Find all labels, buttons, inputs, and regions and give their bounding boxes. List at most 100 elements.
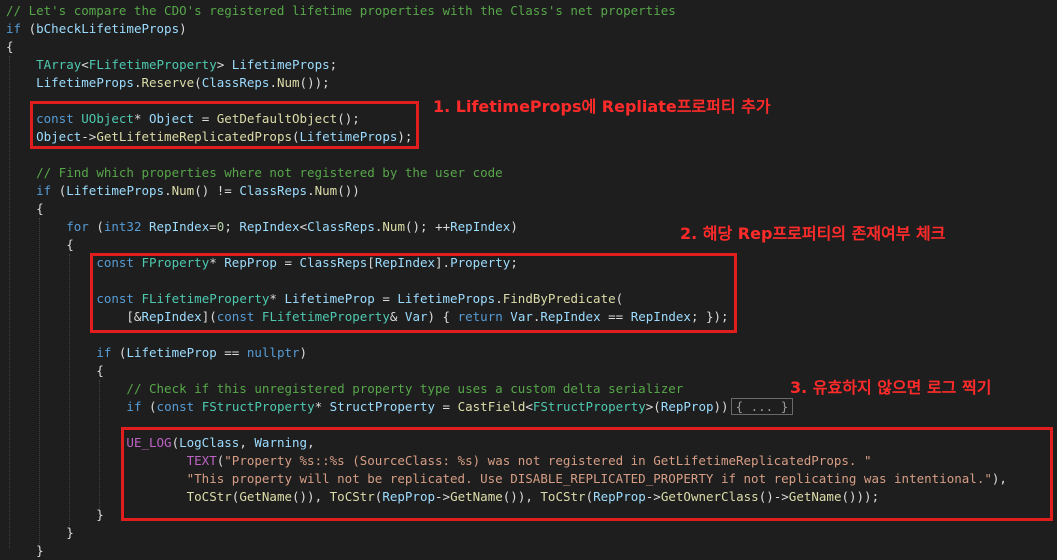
code-token: ==	[216, 345, 247, 360]
code-token: LifetimeProps	[231, 57, 330, 72]
code-token: {	[6, 201, 44, 216]
code-line[interactable]: {	[6, 38, 14, 56]
code-line[interactable]: if (bCheckLifetimeProps)	[6, 20, 187, 38]
code-token: Num	[171, 183, 195, 198]
code-token: (	[194, 75, 202, 90]
highlight-box-1	[30, 101, 419, 149]
code-token: )	[510, 219, 518, 234]
code-token: Num	[276, 75, 300, 90]
collapsed-block-button[interactable]: { ... }	[730, 398, 794, 415]
code-token: )	[179, 21, 187, 36]
code-token: (	[51, 183, 67, 198]
code-token: ClassReps	[307, 219, 375, 234]
annotation-note-3: 3. 유효하지 않으면 로그 찍기	[790, 378, 992, 397]
code-token: // Let's compare the CDO's registered li…	[6, 3, 676, 18]
code-token: {	[6, 39, 14, 54]
code-token: =	[435, 399, 458, 414]
code-token: *	[314, 399, 330, 414]
code-token: (	[88, 219, 104, 234]
code-line[interactable]: }	[6, 506, 104, 524]
code-token: (	[21, 21, 37, 36]
code-token: if	[126, 399, 142, 414]
code-line[interactable]: // Check if this unregistered property t…	[6, 380, 683, 398]
code-editor[interactable]: // Let's compare the CDO's registered li…	[0, 0, 1057, 558]
code-token: LifetimeProps	[66, 183, 165, 198]
code-token: }	[6, 507, 104, 522]
code-token: // Find which properties where not regis…	[36, 165, 503, 180]
code-token: int32	[103, 219, 142, 234]
code-token: RepIndex	[239, 219, 300, 234]
code-token: RepIndex	[450, 219, 511, 234]
code-token: if	[36, 183, 52, 198]
code-token: }	[6, 543, 44, 558]
code-token: .	[269, 75, 277, 90]
code-token: FStructProperty	[201, 399, 315, 414]
code-token: ClassReps	[239, 183, 308, 198]
code-token: RepIndex	[149, 219, 210, 234]
code-line[interactable]: {	[6, 362, 104, 380]
code-token: Num	[382, 219, 405, 234]
highlight-box-3	[121, 427, 1053, 521]
code-token: <	[525, 399, 533, 414]
code-token: >(	[645, 399, 661, 414]
annotation-note-2: 2. 해당 Rep프로퍼티의 존재여부 체크	[680, 224, 946, 243]
code-token: ())	[337, 183, 360, 198]
code-token: )	[299, 345, 308, 360]
code-token: Reserve	[141, 75, 195, 90]
code-token: {	[6, 363, 104, 378]
code-token: }	[6, 525, 74, 540]
code-token: (	[141, 399, 157, 414]
code-token: <	[299, 219, 308, 234]
code-token: .	[164, 183, 172, 198]
code-line[interactable]: for (int32 RepIndex=0; RepIndex<ClassRep…	[6, 218, 518, 236]
code-line[interactable]: LifetimeProps.Reserve(ClassReps.Num());	[6, 74, 330, 92]
code-line[interactable]: if (const FStructProperty* StructPropert…	[6, 398, 794, 416]
code-line[interactable]: // Let's compare the CDO's registered li…	[6, 2, 676, 20]
code-token: const	[156, 399, 195, 414]
code-token: ClassReps	[201, 75, 270, 90]
code-line[interactable]: }	[6, 524, 74, 542]
code-line[interactable]: }	[6, 542, 44, 560]
code-token: StructProperty	[329, 399, 436, 414]
code-token: <	[81, 57, 89, 72]
code-token: (); ++	[404, 219, 451, 234]
code-token: LifetimeProps	[36, 75, 134, 90]
code-token: =	[209, 219, 217, 234]
code-token: >	[216, 57, 232, 72]
code-token: ))	[713, 399, 729, 414]
code-token: FStructProperty	[532, 399, 646, 414]
code-token: TArray	[36, 57, 82, 72]
code-token: (	[111, 345, 127, 360]
code-token: ());	[299, 75, 330, 90]
code-token: RepProp	[660, 399, 714, 414]
code-token: bCheckLifetimeProps	[36, 21, 180, 36]
code-line[interactable]: {	[6, 236, 74, 254]
code-token: ;	[224, 219, 240, 234]
code-token: () !=	[194, 183, 240, 198]
code-token: if	[6, 21, 22, 36]
annotation-note-1: 1. LifetimeProps에 Repliate프로퍼티 추가	[433, 97, 771, 116]
code-line[interactable]: TArray<FLifetimeProperty> LifetimeProps;	[6, 56, 337, 74]
code-token: for	[66, 219, 89, 234]
code-line[interactable]: // Find which properties where not regis…	[6, 164, 503, 182]
code-token: ;	[329, 57, 338, 72]
code-token: // Check if this unregistered property t…	[126, 381, 684, 396]
code-token: if	[96, 345, 112, 360]
code-line[interactable]: if (LifetimeProps.Num() != ClassReps.Num…	[6, 182, 360, 200]
code-line[interactable]: if (LifetimeProp == nullptr)	[6, 344, 307, 362]
code-token: FLifetimeProperty	[88, 57, 217, 72]
code-token: LifetimeProp	[126, 345, 217, 360]
code-line[interactable]: {	[6, 200, 44, 218]
